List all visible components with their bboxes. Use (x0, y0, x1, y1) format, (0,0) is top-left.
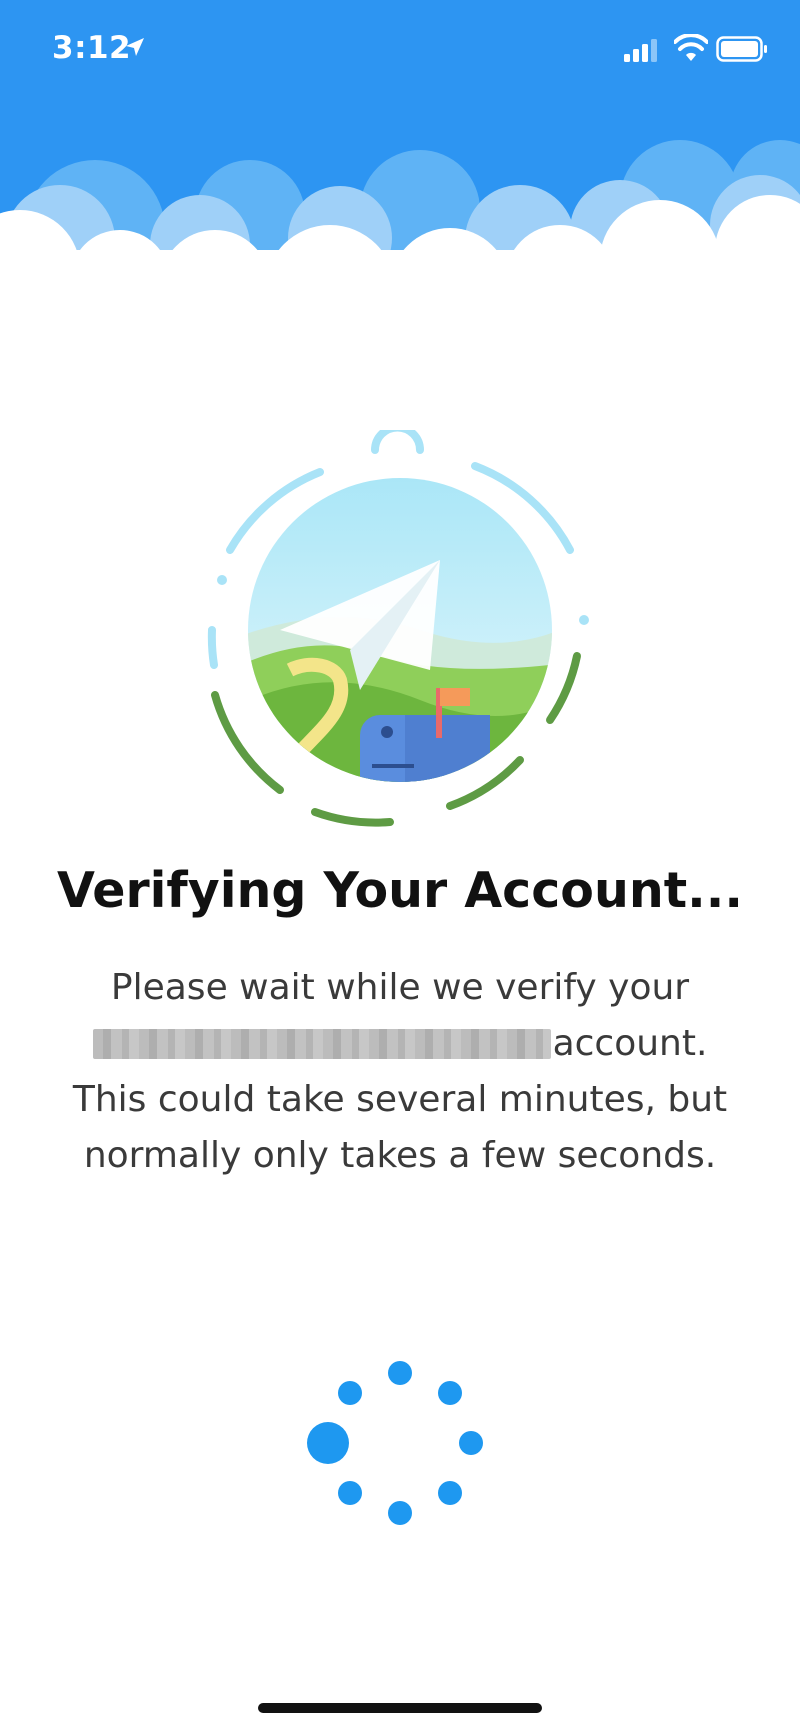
page-title: Verifying Your Account... (57, 862, 743, 919)
loading-spinner (307, 1361, 483, 1525)
message-line-1: Please wait while we verify your (110, 967, 690, 1008)
status-bar: 3:12 (0, 0, 800, 110)
location-arrow-icon (126, 38, 144, 56)
cellular-signal-icon (624, 39, 657, 62)
message-account-word: account. (552, 1023, 708, 1064)
message-line-4: normally only takes a few seconds. (83, 1135, 717, 1176)
wifi-icon (674, 34, 708, 61)
verification-message: Please wait while we verify your account… (40, 960, 760, 1184)
message-line-2: account. (40, 1016, 760, 1072)
battery-icon (716, 36, 767, 62)
status-time: 3:12 (52, 30, 132, 66)
home-indicator[interactable] (258, 1703, 542, 1713)
verification-illustration (207, 430, 589, 827)
header-banner: 3:12 (0, 0, 800, 250)
cloud-decoration (0, 140, 800, 250)
redacted-email (92, 1029, 551, 1059)
message-line-3: This could take several minutes, but (72, 1079, 728, 1120)
